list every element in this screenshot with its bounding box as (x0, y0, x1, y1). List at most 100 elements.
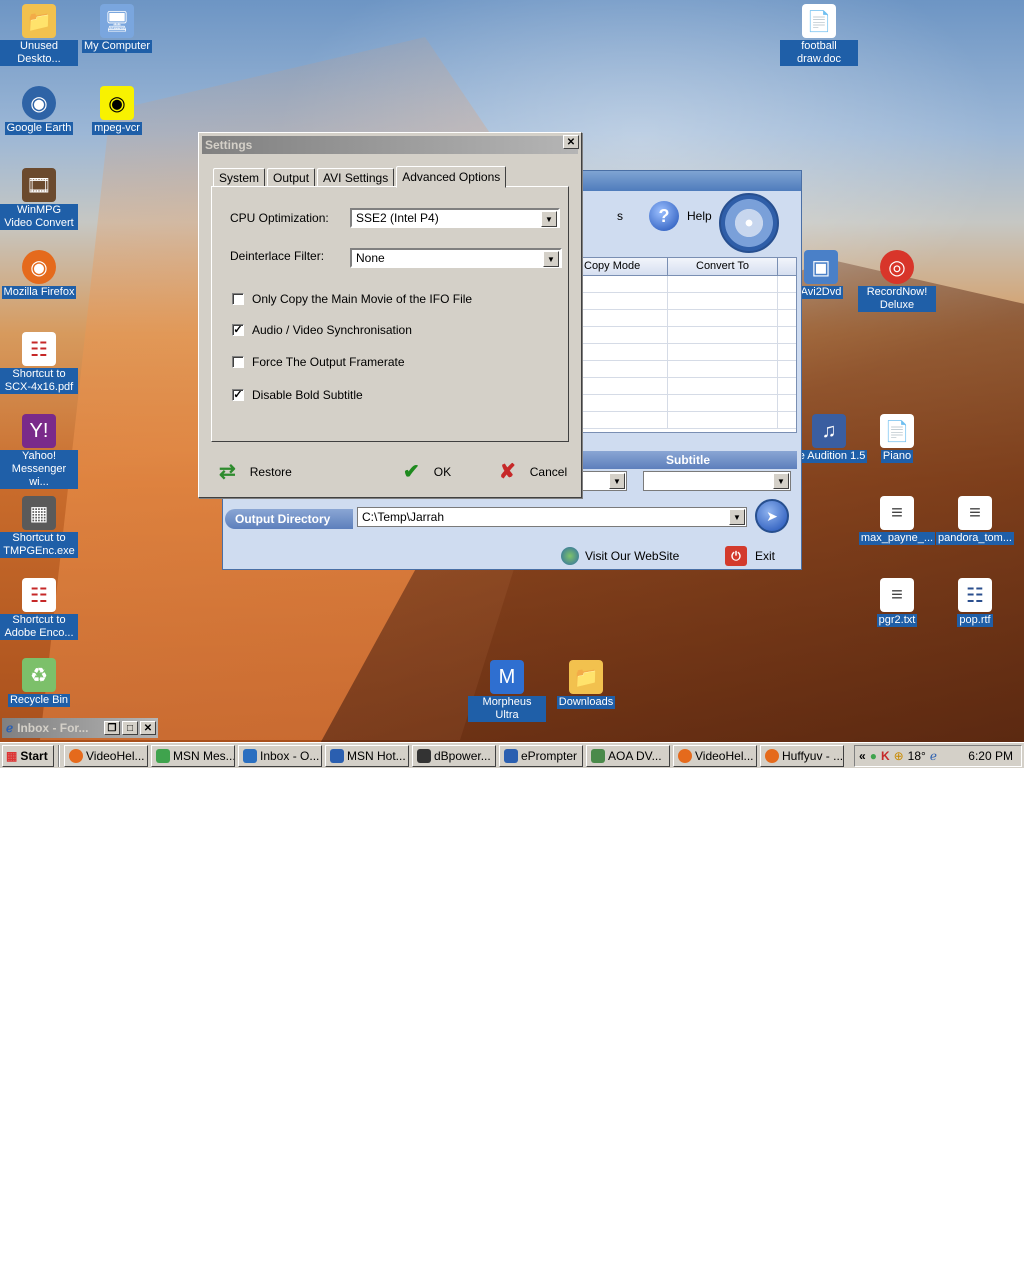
table-row[interactable] (580, 310, 796, 327)
checkbox-av-sync[interactable]: ✓ Audio / Video Synchronisation (232, 323, 412, 337)
output-directory-field[interactable]: C:\Temp\Jarrah ▼ (357, 507, 747, 527)
desktop-icon-pop-rtf[interactable]: ☷ pop.rtf (936, 578, 1014, 627)
dialog-title-bar[interactable]: Settings (202, 136, 578, 154)
close-icon[interactable]: ✕ (563, 135, 579, 149)
desktop-icon-morpheus[interactable]: M Morpheus Ultra (468, 660, 546, 722)
taskbar-button-huffyuv[interactable]: Huffyuv - ... (760, 744, 844, 767)
help-button[interactable]: s ? Help (617, 201, 712, 231)
chevron-down-icon[interactable]: ▼ (609, 473, 625, 489)
subtitle-header: Subtitle (579, 451, 797, 469)
checkbox-box-checked[interactable]: ✓ (232, 324, 244, 336)
chevron-down-icon[interactable]: ▼ (773, 473, 789, 489)
subtitle-select[interactable]: ▼ (643, 471, 791, 491)
restore-window-icon[interactable]: ❐ (104, 721, 120, 735)
checkbox-box-checked[interactable]: ✓ (232, 389, 244, 401)
tab-output[interactable]: Output (267, 168, 316, 187)
taskbar-button-dbpoweramp[interactable]: dBpower... (412, 744, 496, 767)
table-row[interactable] (580, 361, 796, 378)
table-row[interactable] (580, 395, 796, 412)
desktop-icon-recordnow[interactable]: ◎ RecordNow! Deluxe (858, 250, 936, 312)
ok-label: OK (433, 464, 452, 479)
table-row[interactable] (580, 412, 796, 429)
ok-button[interactable]: ✔ OK (403, 459, 451, 484)
minimized-inbox-window[interactable]: ℯ Inbox - For... ❐ □ ✕ (2, 718, 158, 738)
taskbar-button-inbox[interactable]: Inbox - O... (238, 744, 322, 767)
desktop-icon-tmpgenc[interactable]: ▦ Shortcut to TMPGEnc.exe (0, 496, 78, 558)
tray-expand-chevron[interactable]: « (859, 749, 866, 763)
browse-folder-button[interactable]: ➤ (755, 499, 789, 533)
tab-avi-settings[interactable]: AVI Settings (317, 168, 395, 187)
desktop-icon-piano[interactable]: 📄 Piano (858, 414, 936, 463)
textfile-icon: ≡ (880, 578, 914, 612)
desktop-icon-yahoo-messenger[interactable]: Y! Yahoo! Messenger wi... (0, 414, 78, 489)
desktop-icon-google-earth[interactable]: ◉ Google Earth (0, 86, 78, 135)
cancel-x-icon: ✘ (499, 461, 516, 483)
morpheus-icon: M (490, 660, 524, 694)
deinterlace-filter-select[interactable]: None ▼ (350, 248, 562, 268)
cpu-optimization-select[interactable]: SSE2 (Intel P4) ▼ (350, 208, 560, 228)
table-row[interactable] (580, 293, 796, 310)
taskbar-button-aoa-dvd[interactable]: AOA DV... (586, 744, 670, 767)
cancel-button[interactable]: ✘ Cancel (499, 459, 567, 484)
table-row[interactable] (580, 276, 796, 293)
folder-icon: 📁 (22, 4, 56, 38)
desktop-icon-football-draw[interactable]: 📄 football draw.doc (780, 4, 858, 66)
checkbox-force-framerate[interactable]: Force The Output Framerate (232, 355, 405, 369)
ie-icon (330, 748, 344, 763)
settings-dialog[interactable]: Settings ✕ System Output AVI Settings Ad… (198, 132, 582, 498)
table-row[interactable] (580, 378, 796, 395)
textfile-icon: ≡ (880, 496, 914, 530)
table-row[interactable] (580, 327, 796, 344)
titles-grid[interactable]: Copy Mode Convert To (579, 257, 797, 433)
desktop-icon-mozilla-firefox[interactable]: ◉ Mozilla Firefox (0, 250, 78, 299)
maximize-icon[interactable]: □ (122, 721, 138, 735)
checkbox-box[interactable] (232, 293, 244, 305)
desktop-icon-recycle-bin[interactable]: ♻ Recycle Bin (0, 658, 78, 707)
cube-icon: ▣ (804, 250, 838, 284)
chevron-down-icon[interactable]: ▼ (543, 251, 559, 267)
clock[interactable]: 6:20 PM (968, 749, 1013, 763)
checkbox-disable-bold-subtitle[interactable]: ✓ Disable Bold Subtitle (232, 388, 363, 402)
checkbox-box[interactable] (232, 356, 244, 368)
firefox-icon (69, 748, 83, 763)
weather-globe-icon[interactable]: ⊕ (894, 749, 904, 763)
audio-select[interactable]: ▼ (579, 471, 627, 491)
desktop-icon-downloads[interactable]: 📁 Downloads (547, 660, 625, 709)
restore-label: Restore (249, 464, 292, 479)
desktop-icon-scx-pdf[interactable]: ☷ Shortcut to SCX-4x16.pdf (0, 332, 78, 394)
taskbar-button-videohelp-1[interactable]: VideoHel... (64, 744, 148, 767)
desktop-icon-pandora[interactable]: ≡ pandora_tom... (936, 496, 1014, 545)
taskbar-button-videohelp-2[interactable]: VideoHel... (673, 744, 757, 767)
close-icon[interactable]: ✕ (140, 721, 156, 735)
tab-advanced-options[interactable]: Advanced Options (396, 166, 507, 188)
taskbar-button-msn-hotmail[interactable]: MSN Hot... (325, 744, 409, 767)
taskbar-button-eprompter[interactable]: ePrompter (499, 744, 583, 767)
chevron-down-icon[interactable]: ▼ (729, 509, 745, 525)
cd-icon: ◎ (880, 250, 914, 284)
desktop-icon-winmpg[interactable]: 🎞 WinMPG Video Convert (0, 168, 78, 230)
firefox-icon (765, 748, 779, 763)
exit-button[interactable]: ⏻ Exit (725, 546, 775, 566)
advanced-options-panel: CPU Optimization: SSE2 (Intel P4) ▼ Dein… (211, 186, 569, 442)
column-header-copy-mode[interactable]: Copy Mode (580, 258, 668, 275)
table-row[interactable] (580, 344, 796, 361)
antivirus-tray-icon[interactable]: K (881, 749, 890, 763)
restore-button[interactable]: ⇄ Restore (219, 459, 292, 484)
start-button[interactable]: ▦ Start (2, 744, 54, 767)
desktop-icon-max-payne[interactable]: ≡ max_payne_... (858, 496, 936, 545)
checkbox-copy-main-movie[interactable]: Only Copy the Main Movie of the IFO File (232, 292, 472, 306)
desktop-icon-adobe-encore[interactable]: ☷ Shortcut to Adobe Enco... (0, 578, 78, 640)
aoa-icon (591, 748, 605, 763)
visit-website-link[interactable]: Visit Our WebSite (561, 547, 679, 565)
msn-tray-icon[interactable]: ● (870, 749, 877, 763)
desktop-icon-my-computer[interactable]: 🖥 My Computer (78, 4, 156, 53)
chevron-down-icon[interactable]: ▼ (541, 211, 557, 227)
desktop-icon-mpeg-vcr[interactable]: ◉ mpeg-vcr (78, 86, 156, 135)
temperature-value[interactable]: 18° (908, 749, 926, 763)
taskbar-button-msn-messenger[interactable]: MSN Mes... (151, 744, 235, 767)
tab-system[interactable]: System (213, 168, 266, 187)
ie-icon[interactable]: ℯ (930, 749, 937, 763)
desktop-icon-unused-desktop[interactable]: 📁 Unused Deskto... (0, 4, 78, 66)
column-header-convert-to[interactable]: Convert To (668, 258, 778, 275)
desktop-icon-pgr2[interactable]: ≡ pgr2.txt (858, 578, 936, 627)
